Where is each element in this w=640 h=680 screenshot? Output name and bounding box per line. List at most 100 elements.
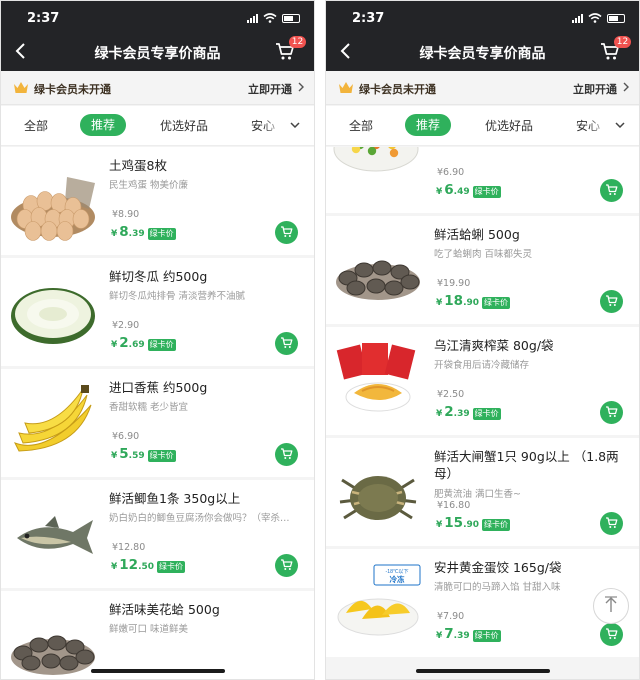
original-price: ¥2.90 [112,320,140,331]
crown-icon [339,82,353,93]
product-item[interactable]: 鲜活鲫鱼1条 350g以上 奶白奶白的鲫鱼豆腐汤你会做吗？（宰杀… ¥12.80 ¥1… [1,480,314,588]
scroll-to-top-button[interactable] [593,588,629,624]
cart-icon [605,181,618,200]
price-decimal: .90 [463,298,480,308]
member-price-tag: 绿卡价 [147,450,176,462]
app-header: 2:37 绿卡会员专享价商品 12 [1,1,314,71]
cart-icon [280,556,293,575]
product-item[interactable]: 鲜切冬瓜 约500g 鲜切冬瓜炖排骨 清淡营养不油腻 ¥2.90 ¥2.69 绿卡价 [1,258,314,366]
app-header: 2:37 绿卡会员专享价商品 12 [326,1,639,71]
product-description: 奶白奶白的鲫鱼豆腐汤你会做吗？（宰杀… [109,513,290,524]
add-to-cart-button[interactable] [600,179,623,202]
system-icons [247,13,300,23]
member-price-tag: 绿卡价 [147,228,176,240]
price-integer: 7 [444,626,454,642]
member-price: ¥18.90 绿卡价 [436,293,511,309]
product-item[interactable]: 进口香蕉 约500g 香甜软糯 老少皆宜 ¥6.90 ¥5.59 绿卡价 [1,369,314,477]
member-price-tag: 绿卡价 [157,561,186,573]
add-to-cart-button[interactable] [600,290,623,313]
price-decimal: .59 [128,451,145,461]
product-name[interactable]: 鲜活大闸蟹1只 90g以上 （1.8两母） [434,448,627,482]
activate-membership-link[interactable]: 立即开通 [573,81,617,97]
add-to-cart-button[interactable] [275,332,298,355]
product-image[interactable] [332,452,424,534]
original-price: ¥6.90 [437,167,465,178]
cart-icon [605,514,618,533]
product-item[interactable]: ¥6.90 ¥6.49 绿卡价 [326,147,639,213]
product-image[interactable] [7,272,99,354]
product-name[interactable]: 安井黄金蛋饺 165g/袋 [434,559,627,576]
tab-recommended[interactable]: 推荐 [405,114,452,136]
product-item[interactable]: 鲜活大闸蟹1只 90g以上 （1.8两母） 肥黄流油 满口生香~ ¥16.80 ¥15… [326,438,639,546]
currency-symbol: ¥ [111,340,118,350]
tab-selected-goods[interactable]: 优选好品 [485,117,533,134]
member-price-tag: 绿卡价 [482,297,511,309]
add-to-cart-button[interactable] [275,221,298,244]
member-price: ¥5.59 绿卡价 [111,446,176,462]
product-item[interactable]: 鲜活蛤蜊 500g 吃了蛤蜊肉 百味都失灵 ¥19.90 ¥18.90 绿卡价 [326,216,639,324]
tab-all[interactable]: 全部 [349,117,373,134]
product-name[interactable]: 鲜活味美花蛤 500g [109,601,302,618]
product-name[interactable]: 鲜活鲫鱼1条 350g以上 [109,490,302,507]
product-list[interactable]: 土鸡蛋8枚 民生鸡蛋 物美价廉 ¥8.90 ¥8.39 绿卡价 鲜切冬瓜 约500g 鲜切冬… [1,147,314,679]
tab-selected-goods[interactable]: 优选好品 [160,117,208,134]
member-status-text: 绿卡会员未开通 [34,83,111,96]
product-description: 民生鸡蛋 物美价廉 [109,180,189,191]
category-tabs: 全部 推荐 优选好品 安心 [326,106,639,146]
member-bar[interactable]: 绿卡会员未开通 立即开通 [326,71,639,105]
signal-icon [247,13,258,23]
crown-icon [14,82,28,93]
product-description: 开袋食用后请冷藏储存 [434,360,530,371]
product-image[interactable] [332,341,424,423]
price-integer: 6 [444,182,454,198]
add-to-cart-button[interactable] [275,443,298,466]
cart-icon [605,292,618,311]
product-image[interactable]: -18℃以下 冷冻 [332,563,424,645]
original-price: ¥8.90 [112,209,140,220]
product-description: 吃了蛤蜊肉 百味都失灵 [434,249,533,260]
chevron-down-icon[interactable] [614,119,626,131]
member-price: ¥8.39 绿卡价 [111,224,176,240]
price-decimal: .39 [453,631,470,641]
product-image[interactable] [332,147,424,201]
member-status-text: 绿卡会员未开通 [359,83,436,96]
price-integer: 2 [119,335,129,351]
currency-symbol: ¥ [111,229,118,239]
product-image[interactable] [7,383,99,465]
tab-all[interactable]: 全部 [24,117,48,134]
chevron-down-icon[interactable] [289,119,301,131]
price-integer: 2 [444,404,454,420]
add-to-cart-button[interactable] [600,623,623,646]
activate-membership-link[interactable]: 立即开通 [248,81,292,97]
product-image[interactable] [7,605,99,679]
product-item[interactable]: 乌江清爽榨菜 80g/袋 开袋食用后请冷藏储存 ¥2.50 ¥2.39 绿卡价 [326,327,639,435]
member-bar[interactable]: 绿卡会员未开通 立即开通 [1,71,314,105]
add-to-cart-button[interactable] [600,401,623,424]
product-image[interactable] [332,230,424,312]
product-name[interactable]: 鲜活蛤蜊 500g [434,226,627,243]
price-decimal: .50 [138,562,155,572]
product-list[interactable]: ¥6.90 ¥6.49 绿卡价 鲜活蛤蜊 500g 吃了蛤蜊肉 百味都失灵 ¥19.90 ¥… [326,147,639,679]
cart-icon [280,445,293,464]
product-name[interactable]: 土鸡蛋8枚 [109,157,302,174]
product-item[interactable]: 鲜活味美花蛤 500g 鲜嫩可口 味道鲜美 [1,591,314,679]
product-name[interactable]: 鲜切冬瓜 约500g [109,268,302,285]
wifi-icon [588,13,602,23]
product-name[interactable]: 进口香蕉 约500g [109,379,302,396]
product-item[interactable]: 土鸡蛋8枚民生鸡蛋 物美价廉 ¥8.90 ¥8.39 绿卡价 [1,147,314,255]
battery-icon [282,13,300,23]
product-image[interactable] [7,494,99,576]
original-price: ¥12.80 [112,542,146,553]
svg-text:-18℃以下: -18℃以下 [385,568,408,575]
add-to-cart-button[interactable] [275,554,298,577]
product-item[interactable]: -18℃以下 冷冻 安井黄金蛋饺 165g/袋 清脆可口的马蹄入馅 甘甜入味 ¥7.90… [326,549,639,657]
product-image[interactable] [7,161,99,243]
member-price-tag: 绿卡价 [472,408,501,420]
tab-recommended[interactable]: 推荐 [80,114,127,136]
page-title: 绿卡会员专享价商品 [94,46,221,62]
product-description: 肥黄流油 满口生香~ [434,489,521,500]
currency-symbol: ¥ [111,451,118,461]
product-name[interactable]: 乌江清爽榨菜 80g/袋 [434,337,627,354]
add-to-cart-button[interactable] [600,512,623,535]
system-icons [572,13,625,23]
